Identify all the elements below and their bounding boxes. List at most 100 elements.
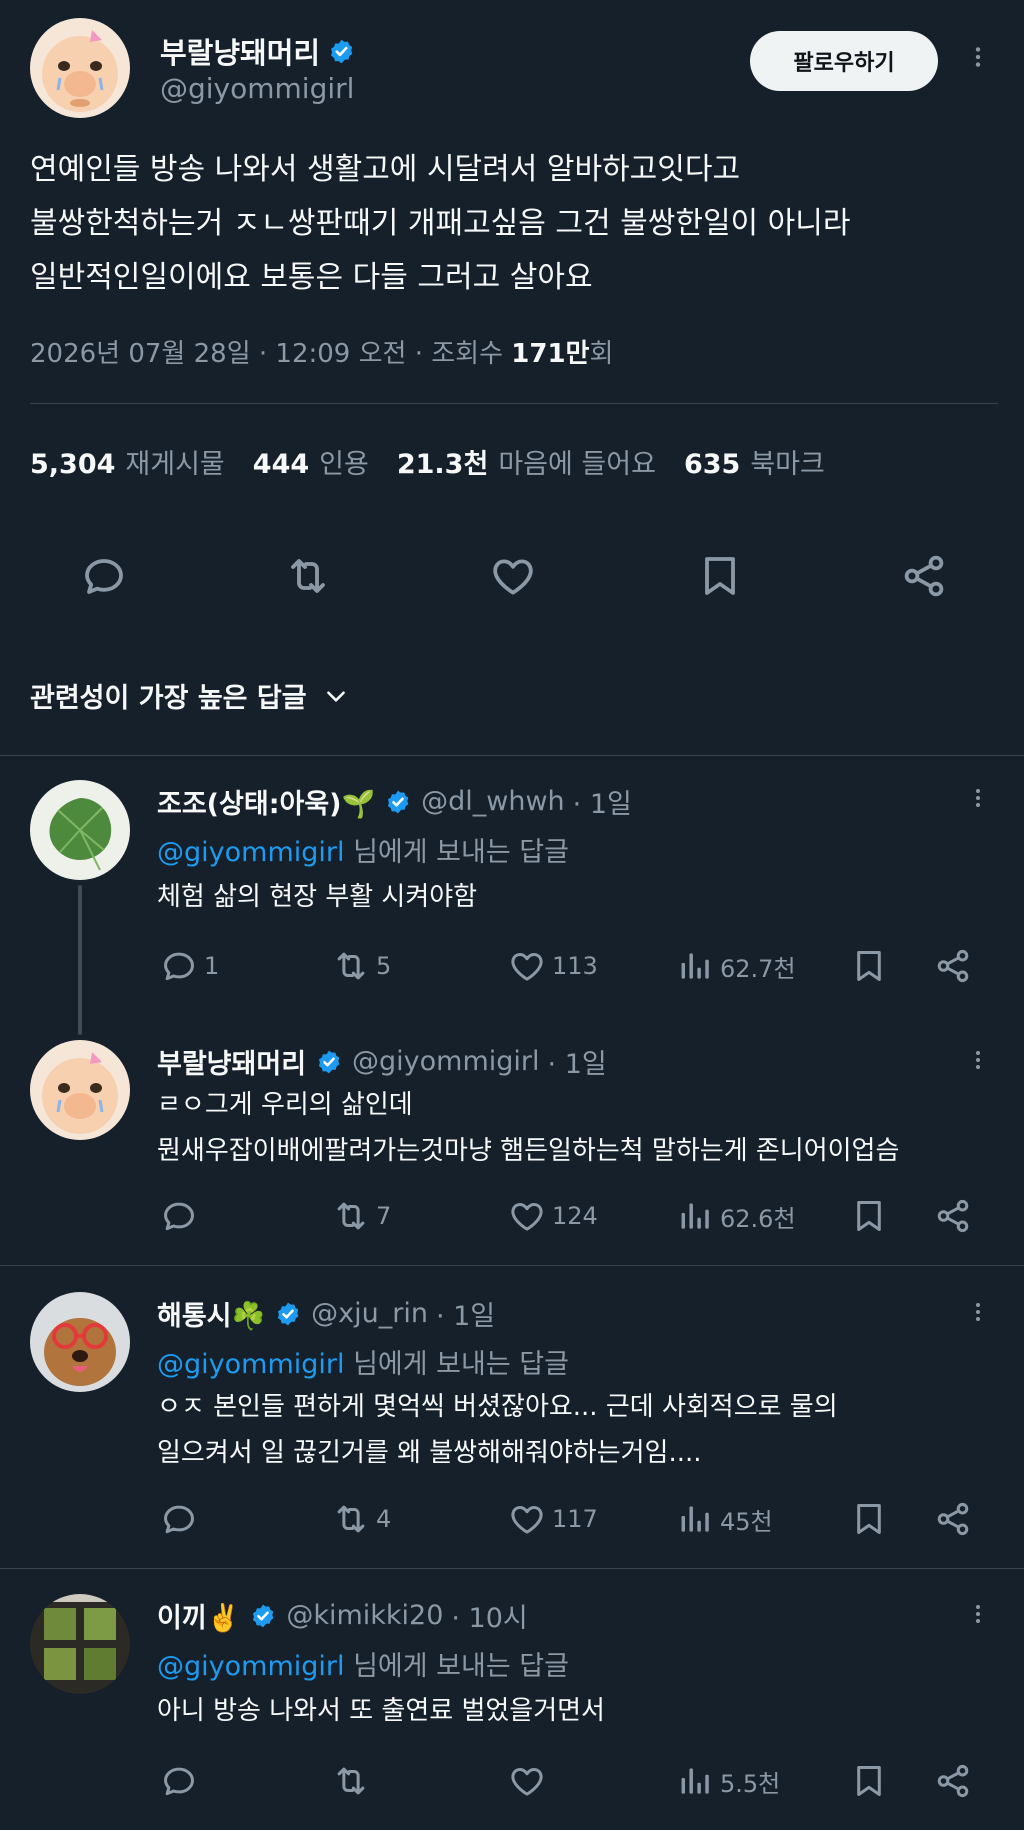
bookmarks-stat[interactable]: 635 북마크 — [684, 442, 825, 481]
views-chart-icon — [676, 1197, 714, 1235]
retweet-icon — [332, 1762, 370, 1800]
reply-text: 체험 삶의 현장 부활 시켜야함 — [157, 874, 477, 920]
reply-views-button[interactable]: 45천 — [676, 1500, 773, 1538]
reply-more-button[interactable] — [966, 786, 990, 810]
reply-time[interactable]: · 1일 — [548, 1042, 607, 1081]
reply-bookmark-button[interactable] — [850, 1500, 888, 1538]
reply-author-name[interactable]: 조조(상태:아욱)🌱 — [157, 782, 375, 821]
reply-author-handle[interactable]: @xju_rin — [311, 1298, 428, 1329]
reply-like-button[interactable]: 113 — [508, 947, 598, 985]
reply-reply-button[interactable]: 1 — [160, 947, 219, 985]
reply-author-name[interactable]: 부랄냥돼머리 — [157, 1042, 306, 1081]
view-count: 5.5천 — [720, 1769, 781, 1798]
reply-avatar[interactable] — [30, 1292, 130, 1392]
reply-bookmark-button[interactable] — [850, 1762, 888, 1800]
reply-reply-button[interactable] — [160, 1762, 204, 1800]
replying-to-suffix: 님에게 보내는 답글 — [344, 837, 569, 868]
reply-more-button[interactable] — [966, 1602, 990, 1626]
more-dots-icon — [966, 786, 990, 810]
reply-time[interactable]: · 1일 — [573, 782, 632, 821]
reply-bookmark-button[interactable] — [850, 1197, 888, 1235]
divider — [0, 755, 1024, 756]
reply-views-button[interactable]: 5.5천 — [676, 1762, 780, 1800]
divider — [30, 403, 998, 404]
replying-to: @giyommigirl 님에게 보내는 답글 — [157, 1342, 569, 1381]
more-options-button[interactable] — [965, 44, 991, 70]
replying-to: @giyommigirl 님에게 보내는 답글 — [157, 1644, 569, 1683]
reply-like-button[interactable] — [508, 1762, 552, 1800]
author-avatar[interactable] — [30, 18, 130, 118]
author-name[interactable]: 부랄냥돼머리 — [160, 30, 355, 72]
reply-retweet-button[interactable]: 5 — [332, 947, 391, 985]
reply-like-button[interactable]: 117 — [508, 1500, 598, 1538]
reply-avatar[interactable] — [30, 1040, 130, 1140]
reply-header: 부랄냥돼머리 @giyommigirl · 1일 — [157, 1042, 607, 1081]
replying-to-handle[interactable]: @giyommigirl — [157, 1349, 344, 1380]
reply-icon — [80, 552, 128, 600]
reply-retweet-button[interactable] — [332, 1762, 376, 1800]
retweet-button[interactable] — [284, 552, 332, 600]
share-button[interactable] — [900, 552, 948, 600]
view-count: 171만 — [511, 339, 590, 369]
reply-time[interactable]: · 10시 — [451, 1596, 527, 1635]
retweet-count: 4 — [376, 1505, 392, 1533]
reply-author-name[interactable]: 이끼✌️ — [157, 1596, 240, 1635]
reply-share-button[interactable] — [934, 1500, 972, 1538]
like-button[interactable] — [489, 552, 537, 600]
reply-icon — [160, 947, 198, 985]
reply-button[interactable] — [80, 552, 128, 600]
reply-header: 이끼✌️ @kimikki20 · 10시 — [157, 1596, 528, 1635]
replying-to-handle[interactable]: @giyommigirl — [157, 1651, 344, 1682]
reply-text-line: 일으켜서 일 끊긴거를 왜 불쌍해해줘야하는거임.... — [157, 1438, 702, 1468]
reply-time[interactable]: · 1일 — [436, 1294, 495, 1333]
reply-reply-button[interactable] — [160, 1197, 204, 1235]
like-count: 113 — [552, 952, 598, 980]
reply-author-handle[interactable]: @dl_whwh — [421, 786, 565, 817]
tweet-timestamp[interactable]: 2026년 07월 28일 · 12:09 오전 · 조회수 — [30, 339, 511, 369]
replying-to: @giyommigirl 님에게 보내는 답글 — [157, 830, 569, 869]
reply-retweet-button[interactable]: 7 — [332, 1197, 391, 1235]
bookmark-icon — [850, 1762, 888, 1800]
reply-more-button[interactable] — [966, 1300, 990, 1324]
divider — [0, 1265, 1024, 1266]
more-dots-icon — [966, 1602, 990, 1626]
reply-author-name[interactable]: 해통시☘️ — [157, 1294, 265, 1333]
retweets-stat[interactable]: 5,304 재게시물 — [30, 442, 225, 481]
reply-views-button[interactable]: 62.7천 — [676, 947, 796, 985]
reply-text-line: ㅇㅈ 본인들 편하게 몇억씩 버셨잖아요... 근데 사회적으로 물의 — [157, 1392, 838, 1422]
replying-to-handle[interactable]: @giyommigirl — [157, 837, 344, 868]
share-icon — [900, 552, 948, 600]
chevron-down-icon — [326, 690, 345, 702]
reply-author-handle[interactable]: @kimikki20 — [286, 1600, 443, 1631]
reply-avatar[interactable] — [30, 1594, 130, 1694]
view-count: 62.7천 — [720, 954, 796, 983]
heart-icon — [508, 1197, 546, 1235]
like-count: 117 — [552, 1505, 598, 1533]
follow-button[interactable]: 팔로우하기 — [750, 31, 938, 91]
bookmark-button[interactable] — [696, 552, 744, 600]
reply-avatar[interactable] — [30, 780, 130, 880]
more-dots-icon — [966, 1048, 990, 1072]
author-handle[interactable]: @giyommigirl — [160, 72, 354, 105]
reply-retweet-button[interactable]: 4 — [332, 1500, 391, 1538]
reply-reply-button[interactable] — [160, 1500, 204, 1538]
reply-text-line: 아니 방송 나와서 또 출연료 벌었을거면서 — [157, 1696, 605, 1726]
reply-bookmark-button[interactable] — [850, 947, 888, 985]
divider — [0, 1568, 1024, 1569]
likes-stat[interactable]: 21.3천 마음에 들어요 — [397, 442, 656, 481]
views-chart-icon — [676, 1500, 714, 1538]
reply-sort-label: 관련성이 가장 높은 답글 — [30, 683, 307, 714]
reply-more-button[interactable] — [966, 1048, 990, 1072]
quotes-stat[interactable]: 444 인용 — [253, 442, 369, 481]
retweets-count: 5,304 — [30, 449, 116, 480]
author-name-text[interactable]: 부랄냥돼머리 — [160, 30, 320, 72]
reply-text-line: 뭔새우잡이배에팔려가는것마냥 햄든일하는척 말하는게 존니어이업슴 — [157, 1136, 900, 1166]
likes-label: 마음에 들어요 — [498, 449, 656, 480]
reply-like-button[interactable]: 124 — [508, 1197, 598, 1235]
reply-sort-dropdown[interactable]: 관련성이 가장 높은 답글 — [30, 676, 349, 715]
reply-share-button[interactable] — [934, 1762, 972, 1800]
reply-share-button[interactable] — [934, 1197, 972, 1235]
reply-author-handle[interactable]: @giyommigirl — [352, 1046, 539, 1077]
reply-share-button[interactable] — [934, 947, 972, 985]
reply-views-button[interactable]: 62.6천 — [676, 1197, 796, 1235]
